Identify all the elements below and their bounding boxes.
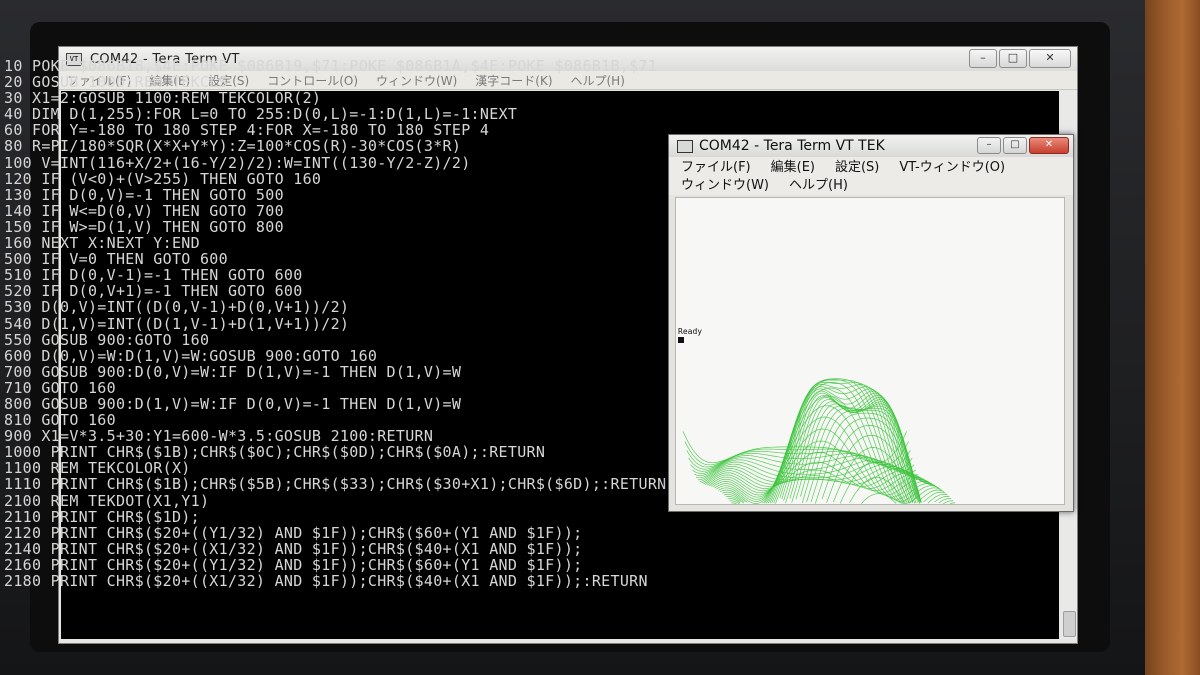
tek-graphics-area[interactable]: Ready: [675, 197, 1065, 505]
terminal-line: 20 GOSUB 1000:REM TEKCLS: [4, 73, 228, 92]
tek-menubar: ファイル(F) 編集(E) 設定(S) VT-ウィンドウ(O) ウィンドウ(W) ヘルプ…: [669, 157, 1073, 195]
terminal-line: 100 V=INT(116+X/2+(16-Y/2)/2):W=INT((130…: [4, 153, 471, 172]
terminal-line: 2160 PRINT CHR$($20+((Y1/32) AND $1F));C…: [4, 555, 583, 574]
tek-menu-item[interactable]: VT-ウィンドウ(O): [899, 159, 1005, 177]
tek-titlebar[interactable]: COM42 - Tera Term VT TEK – □ ✕: [669, 135, 1073, 157]
tek-menu-item[interactable]: ヘルプ(H): [789, 177, 848, 195]
close-icon[interactable]: ✕: [1029, 49, 1071, 68]
terminal-line: 2120 PRINT CHR$($20+((Y1/32) AND $1F));C…: [4, 523, 583, 542]
tek-menu-item[interactable]: 編集(E): [771, 159, 815, 177]
terminal-line: 130 IF D(0,V)=-1 THEN GOTO 500: [4, 185, 284, 204]
terminal-line: 150 IF W>=D(1,V) THEN GOTO 800: [4, 217, 284, 236]
terminal-line: 2110 PRINT CHR$($1D);: [4, 507, 200, 526]
tek-window-controls: – □ ✕: [977, 137, 1069, 154]
terminal-line: 1110 PRINT CHR$($1B);CHR$($5B);CHR$($33)…: [4, 475, 667, 494]
terminal-line: 700 GOSUB 900:D(0,V)=W:IF D(1,V)=-1 THEN…: [4, 362, 462, 381]
tek-window[interactable]: COM42 - Tera Term VT TEK – □ ✕ ファイル(F) 編集…: [668, 134, 1074, 512]
terminal-line: 10 POKE $086B18,$4E:POKE $086B19,$71:POK…: [4, 57, 658, 75]
tek-menu-item[interactable]: ウィンドウ(W): [681, 177, 769, 195]
terminal-line: 40 DIM D(1,255):FOR L=0 TO 255:D(0,L)=-1…: [4, 105, 518, 124]
terminal-line: 160 NEXT X:NEXT Y:END: [4, 234, 200, 253]
terminal-line: 530 D(0,V)=INT((D(0,V-1)+D(0,V+1))/2): [4, 298, 350, 317]
close-icon[interactable]: ✕: [1029, 137, 1069, 154]
minimize-icon[interactable]: –: [969, 49, 997, 68]
maximize-icon[interactable]: □: [1003, 137, 1027, 154]
terminal-text: 10 POKE $086B18,$4E:POKE $086B19,$71:POK…: [4, 58, 666, 589]
terminal-line: 510 IF D(0,V-1)=-1 THEN GOTO 600: [4, 266, 303, 285]
terminal-line: 550 GOSUB 900:GOTO 160: [4, 330, 210, 349]
terminal-line: 1000 PRINT CHR$($1B);CHR$($0C);CHR$($0D)…: [4, 443, 546, 462]
terminal-line: 30 X1=2:GOSUB 1100:REM TEKCOLOR(2): [4, 89, 322, 108]
terminal-line: 2180 PRINT CHR$($20+((X1/32) AND $1F));C…: [4, 572, 648, 590]
terminal-line: 60 FOR Y=-180 TO 180 STEP 4:FOR X=-180 T…: [4, 121, 490, 140]
surface-contour-line: [861, 493, 897, 504]
terminal-line: 2100 REM TEKDOT(X1,Y1): [4, 491, 210, 510]
vt-scrollbar-thumb[interactable]: [1063, 611, 1076, 637]
desk-background: [1140, 0, 1200, 675]
maximize-icon[interactable]: □: [999, 49, 1027, 68]
terminal-line: 2140 PRINT CHR$($20+((X1/32) AND $1F));C…: [4, 539, 583, 558]
tek-menu-item[interactable]: ファイル(F): [681, 159, 751, 177]
terminal-line: 540 D(1,V)=INT((D(1,V-1)+D(1,V+1))/2): [4, 314, 350, 333]
terminal-line: 500 IF V=0 THEN GOTO 600: [4, 250, 228, 269]
tek-app-icon[interactable]: [677, 139, 693, 153]
terminal-line: 1100 REM TEKCOLOR(X): [4, 459, 191, 478]
terminal-line: 120 IF (V<0)+(V>255) THEN GOTO 160: [4, 169, 322, 188]
minimize-icon[interactable]: –: [977, 137, 1001, 154]
terminal-line: 80 R=PI/180*SQR(X*X+Y*Y):Z=100*COS(R)-30…: [4, 137, 462, 156]
vt-window-controls: – □ ✕: [969, 49, 1071, 68]
terminal-line: 710 GOTO 160: [4, 378, 116, 397]
tek-menu-item[interactable]: 設定(S): [835, 159, 879, 177]
tek-window-title: COM42 - Tera Term VT TEK: [699, 138, 885, 154]
terminal-line: 900 X1=V*3.5+30:Y1=600-W*3.5:GOSUB 2100:…: [4, 427, 434, 446]
terminal-line: 600 D(0,V)=W:D(1,V)=W:GOSUB 900:GOTO 160: [4, 346, 378, 365]
tek-surface-plot: [682, 378, 956, 504]
terminal-line: 140 IF W<=D(0,V) THEN GOTO 700: [4, 201, 284, 220]
terminal-line: 800 GOSUB 900:D(1,V)=W:IF D(0,V)=-1 THEN…: [4, 394, 462, 413]
terminal-line: 810 GOTO 160: [4, 411, 116, 430]
terminal-line: 520 IF D(0,V+1)=-1 THEN GOTO 600: [4, 282, 303, 301]
